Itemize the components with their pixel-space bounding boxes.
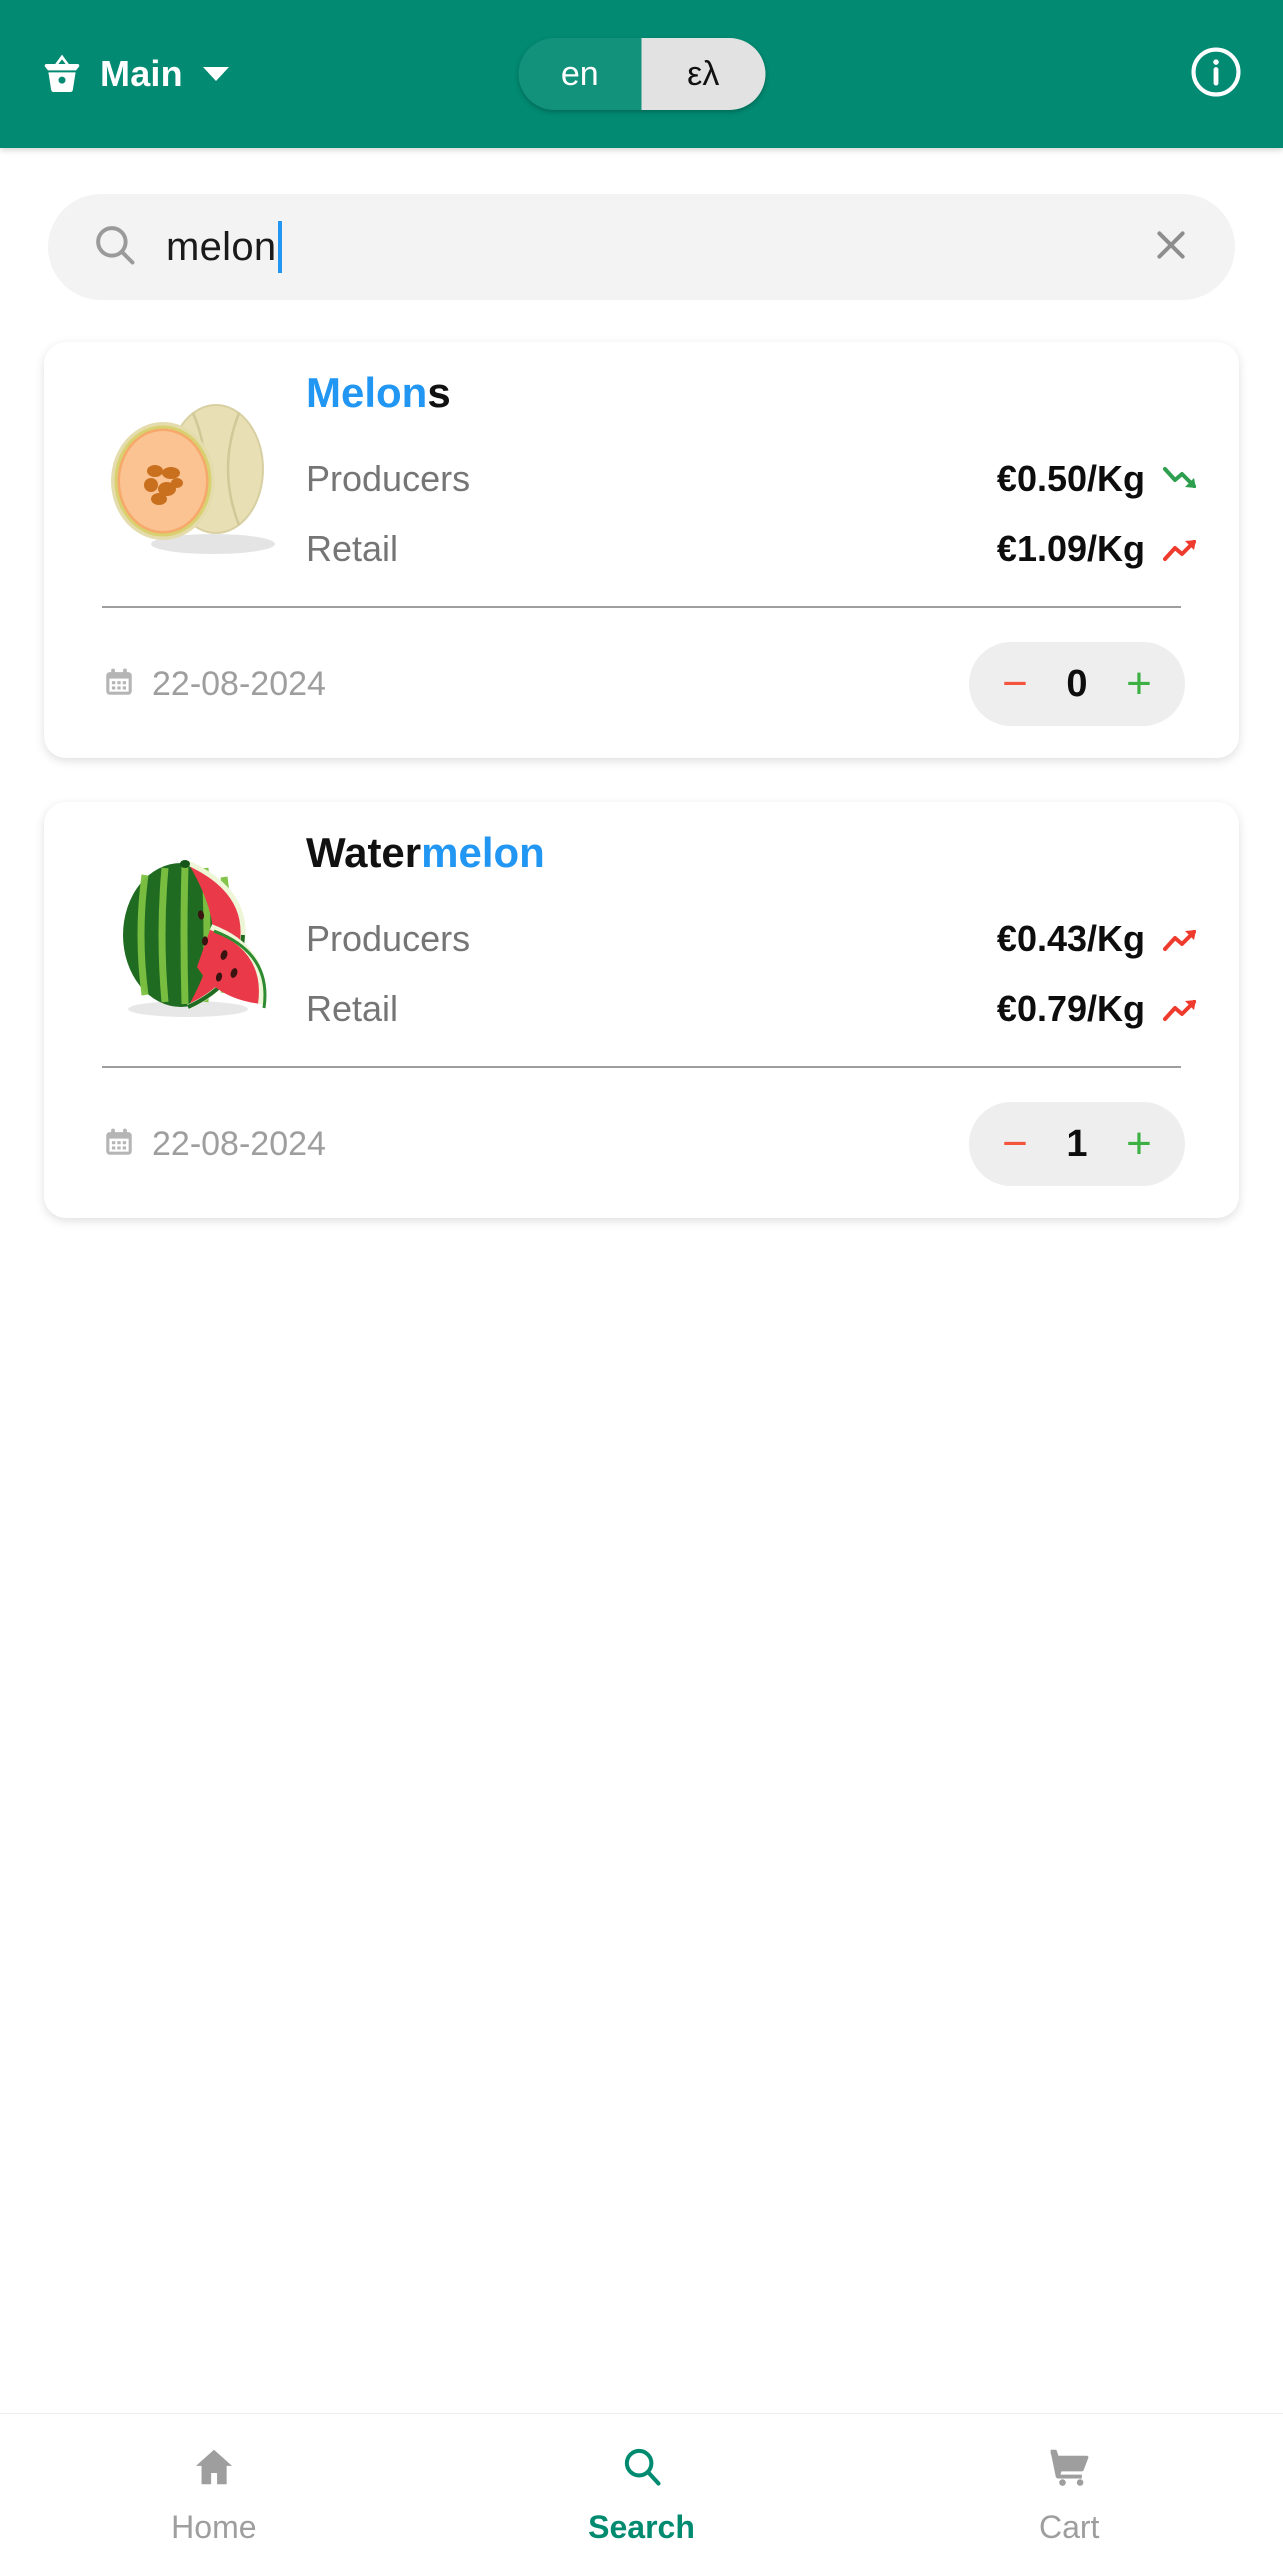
product-details: Melons Producers €0.50/Kg Retail €1.09/K… bbox=[306, 364, 1205, 584]
quantity-value: 0 bbox=[1066, 662, 1088, 705]
product-title-match: Melon bbox=[306, 369, 428, 416]
watermelon-image bbox=[78, 824, 298, 1044]
product-footer: 22-08-2024 − 0 + bbox=[78, 608, 1205, 732]
product-title-rest: s bbox=[427, 369, 451, 416]
price-label: Producers bbox=[306, 918, 471, 960]
search-icon bbox=[90, 220, 140, 275]
price-row-producers: Producers €0.43/Kg bbox=[306, 904, 1205, 974]
search-input[interactable]: melon bbox=[166, 194, 1121, 300]
product-title-rest: Water bbox=[306, 829, 422, 877]
product-title: Melons bbox=[306, 369, 1205, 416]
trend-up-icon bbox=[1159, 534, 1205, 564]
shopping-basket-icon bbox=[38, 50, 86, 98]
cantaloupe-melon-image bbox=[78, 364, 298, 584]
store-name-label: Main bbox=[100, 53, 183, 94]
price-row-retail: Retail €1.09/Kg bbox=[306, 514, 1205, 584]
shopping-cart-icon bbox=[1046, 2444, 1092, 2495]
search-icon bbox=[619, 2444, 665, 2495]
app-screen: Main en ελ melon Melons Producers €0.50/… bbox=[0, 0, 1283, 2575]
quantity-stepper[interactable]: − 0 + bbox=[969, 642, 1185, 727]
decrement-button[interactable]: − bbox=[995, 1122, 1035, 1166]
language-option-el[interactable]: ελ bbox=[641, 38, 765, 110]
price-row-retail: Retail €0.79/Kg bbox=[306, 974, 1205, 1044]
decrement-button[interactable]: − bbox=[995, 662, 1035, 706]
price-value: €0.50/Kg bbox=[996, 458, 1145, 500]
close-x-icon[interactable] bbox=[1147, 221, 1195, 274]
product-card[interactable]: Melons Producers €0.50/Kg Retail €1.09/K… bbox=[44, 342, 1239, 759]
product-details: Watermelon Producers €0.43/Kg Retail €0.… bbox=[306, 824, 1205, 1044]
price-label: Retail bbox=[306, 988, 399, 1030]
trend-down-icon bbox=[1159, 464, 1205, 494]
product-title-match: melon bbox=[421, 829, 545, 877]
increment-button[interactable]: + bbox=[1119, 662, 1159, 706]
info-circle-icon bbox=[1187, 43, 1245, 106]
product-summary: Watermelon Producers €0.43/Kg Retail €0.… bbox=[78, 824, 1205, 1060]
chevron-down-icon bbox=[202, 67, 229, 81]
product-footer: 22-08-2024 − 1 + bbox=[78, 1068, 1205, 1192]
language-option-en[interactable]: en bbox=[518, 38, 642, 110]
price-value: €0.43/Kg bbox=[996, 918, 1145, 960]
price-date: 22-08-2024 bbox=[102, 1125, 326, 1164]
price-row-producers: Producers €0.50/Kg bbox=[306, 444, 1205, 514]
bottom-navigation: Home Search Cart bbox=[0, 2413, 1283, 2575]
calendar-icon bbox=[102, 665, 136, 704]
product-summary: Melons Producers €0.50/Kg Retail €1.09/K… bbox=[78, 364, 1205, 600]
trend-up-icon bbox=[1159, 924, 1205, 954]
nav-label-home: Home bbox=[171, 2508, 257, 2545]
date-label: 22-08-2024 bbox=[152, 664, 326, 703]
search-input-value: melon bbox=[166, 225, 277, 269]
search-section: melon bbox=[0, 148, 1283, 300]
quantity-value: 1 bbox=[1066, 1122, 1088, 1165]
nav-item-cart[interactable]: Cart bbox=[855, 2444, 1283, 2546]
nav-label-cart: Cart bbox=[1038, 2508, 1100, 2545]
search-results-list: Melons Producers €0.50/Kg Retail €1.09/K… bbox=[0, 300, 1283, 1219]
language-toggle[interactable]: en ελ bbox=[518, 38, 765, 110]
product-card[interactable]: Watermelon Producers €0.43/Kg Retail €0.… bbox=[44, 802, 1239, 1219]
price-value: €1.09/Kg bbox=[996, 528, 1145, 570]
search-bar[interactable]: melon bbox=[48, 194, 1235, 300]
home-icon bbox=[191, 2444, 237, 2495]
store-selector[interactable]: Main bbox=[38, 50, 229, 98]
price-label: Producers bbox=[306, 458, 471, 500]
date-label: 22-08-2024 bbox=[152, 1124, 326, 1163]
nav-item-search[interactable]: Search bbox=[428, 2444, 856, 2546]
price-label: Retail bbox=[306, 528, 399, 570]
app-header: Main en ελ bbox=[0, 0, 1283, 148]
price-value: €0.79/Kg bbox=[996, 988, 1145, 1030]
nav-item-home[interactable]: Home bbox=[0, 2444, 428, 2546]
product-title: Watermelon bbox=[306, 830, 1205, 876]
increment-button[interactable]: + bbox=[1119, 1122, 1159, 1166]
trend-up-icon bbox=[1159, 994, 1205, 1024]
nav-label-search: Search bbox=[588, 2508, 695, 2545]
text-cursor bbox=[278, 221, 283, 273]
quantity-stepper[interactable]: − 1 + bbox=[969, 1102, 1185, 1187]
content-area: melon Melons Producers €0.50/Kg Retail €… bbox=[0, 148, 1283, 2413]
info-button[interactable] bbox=[1187, 45, 1245, 103]
price-date: 22-08-2024 bbox=[102, 665, 326, 704]
calendar-icon bbox=[102, 1125, 136, 1164]
